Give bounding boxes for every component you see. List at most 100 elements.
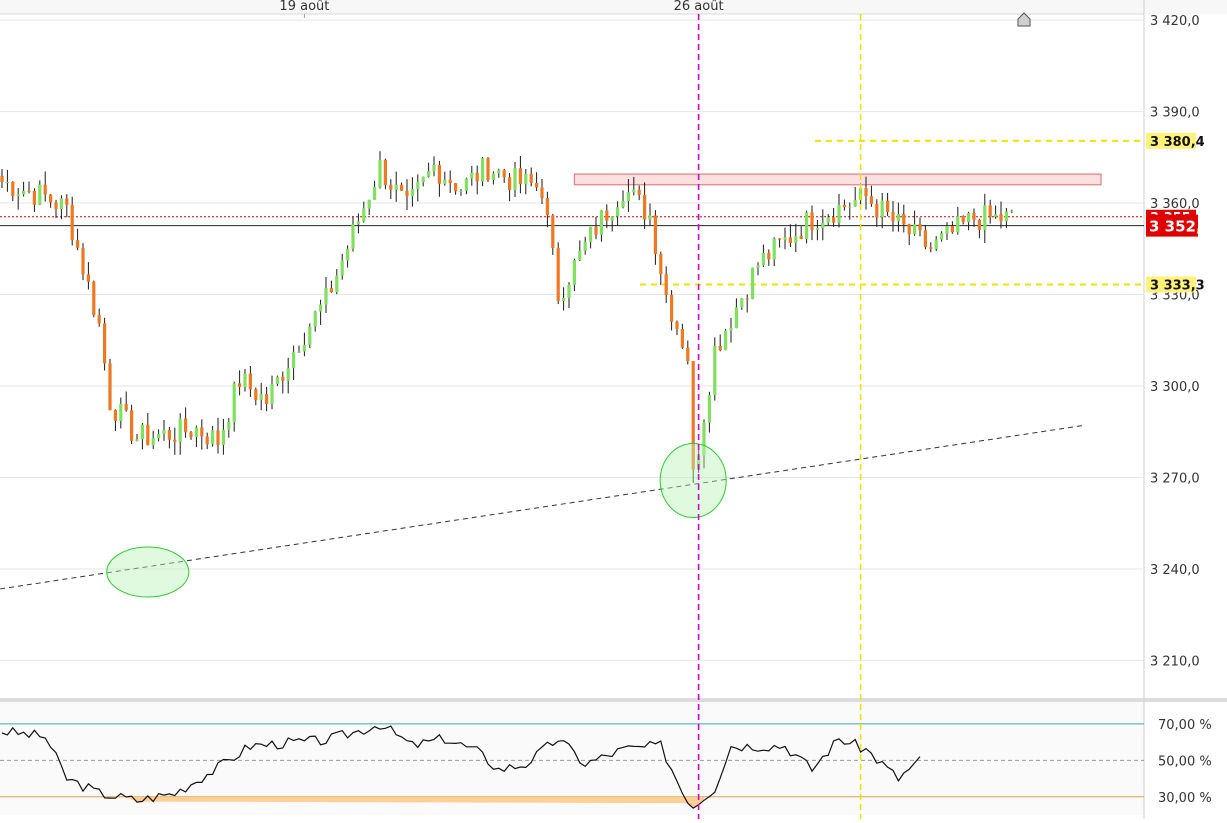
candle-body [659,253,663,275]
candle-body [842,204,846,208]
candle-body [65,198,69,205]
candle-body [329,288,333,293]
candle-body [778,238,782,240]
candle-body [335,275,339,293]
last-price-badge-label: 3 352,6 [1149,218,1212,236]
candle-body [605,210,609,221]
candle-body [653,215,657,254]
candle-body [783,237,787,240]
resistance-zone[interactable] [573,173,1102,186]
candle-body [934,239,938,249]
candle-body [281,376,285,381]
candle-body [535,182,539,188]
rsi-tick-label: 70,00 % [1158,718,1212,733]
candle-body [589,226,593,243]
candle-body [324,288,328,305]
candle-body [92,281,96,316]
candle-body [38,184,42,205]
candle-body [772,238,776,260]
candle-body [961,216,965,223]
rsi-tick-label: 50,00 % [1158,754,1212,769]
candle-body [972,213,976,220]
candle-body [448,179,452,184]
candle-body [821,222,825,229]
candle-body [902,214,906,225]
candle-body [583,242,587,251]
candle-body [880,200,884,218]
candle-body [815,228,819,230]
candle-body [950,225,954,233]
chart-canvas[interactable]: 19 août 26 août 70,00 % 50,00 % 30,00 % 3 4… [0,0,1227,819]
candle-body [443,179,447,184]
candle-body [135,439,139,441]
candle-body [0,175,4,182]
candle-body [740,298,744,308]
candle-body [518,168,522,185]
candle-body [707,395,711,423]
candle-body [761,252,765,266]
candle-body [454,183,458,192]
candle-body [545,198,549,216]
candle-body [551,215,555,249]
candle-body [594,226,598,235]
candle-body [794,235,798,243]
candle-body [410,188,414,197]
candle-body [248,373,252,390]
candle-body [275,376,279,384]
candle-body [146,424,150,446]
candle-body [421,176,425,183]
candle-body [729,328,733,331]
candle-body [524,173,528,185]
candle-body [670,294,674,322]
highlight-circle[interactable] [106,546,190,598]
candle-body [869,196,873,204]
candle-body [265,394,269,404]
candle-body [351,224,355,249]
candle-body [216,430,220,445]
candle-body [529,173,533,183]
candle-body [864,187,868,197]
candle-body [767,252,771,260]
candle-body [486,158,490,180]
candle-body [637,189,641,195]
candle-body [194,427,198,438]
candle-body [286,368,290,381]
candle-body [124,403,128,411]
price-tick-label: 3 390,0 [1150,106,1200,121]
resistance-zone-rect[interactable] [573,173,1102,186]
candle-body [184,418,188,433]
candle-body [540,187,544,199]
candle-body [853,200,857,207]
candle-body [292,351,296,369]
candle-body [70,204,74,241]
candle-body [718,345,722,351]
trading-chart[interactable]: 19 août 26 août 70,00 % 50,00 % 30,00 % 3 4… [0,0,1227,819]
candle-body [805,212,809,240]
candle-body [416,182,420,189]
candle-body [43,184,47,195]
candle-body [16,194,20,197]
candle-body [259,394,263,400]
candle-body [913,224,917,235]
candle-body [940,233,944,240]
candle-body [346,248,350,261]
highlight-circle[interactable] [659,443,727,519]
candle-body [810,212,814,230]
candle-body [923,230,927,248]
candle-body [81,247,85,275]
candle-body [929,247,933,249]
candle-body [562,297,566,301]
candle-body [297,351,301,353]
candle-body [108,363,112,411]
candle-body [59,198,63,209]
candle-body [76,240,80,248]
candle-body [988,205,992,217]
candle-body [994,214,998,217]
candle-body [621,200,625,208]
candle-body [254,389,258,400]
candle-body [643,194,647,220]
candle-body [11,181,15,197]
level-badge-upper-label: 3 380,4 [1150,135,1205,150]
level-badge-lower-label: 3 333,3 [1150,278,1205,293]
candle-body [999,214,1003,222]
